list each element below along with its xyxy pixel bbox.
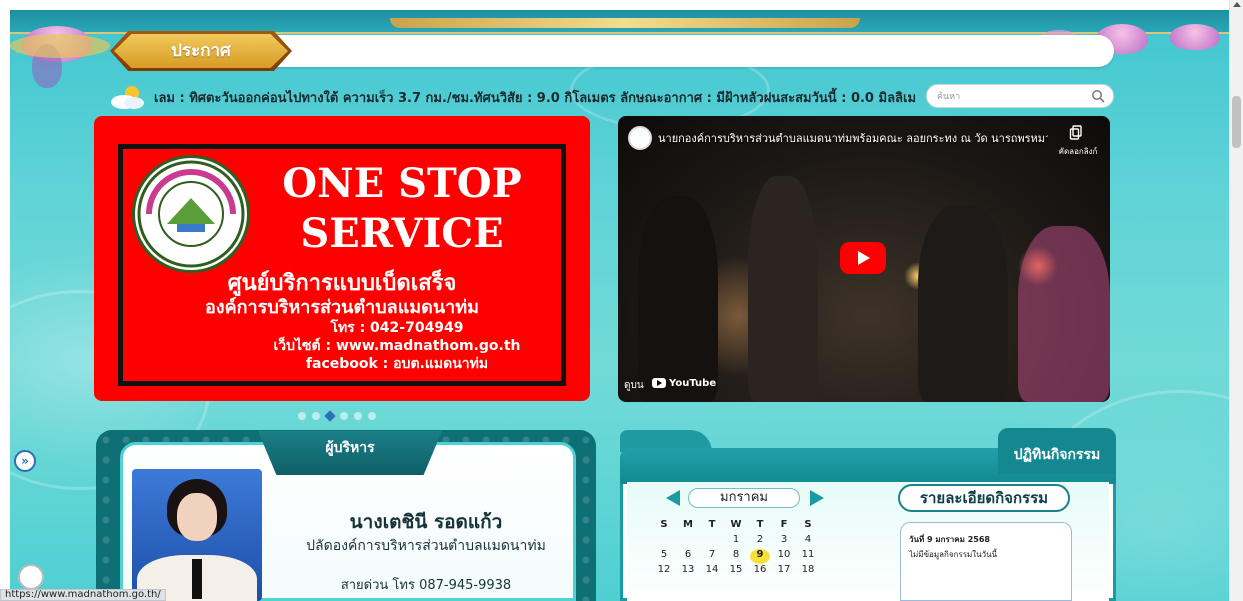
weather-cloud-icon	[111, 86, 144, 109]
calendar-day[interactable]: 12	[652, 564, 676, 579]
calendar-day-today[interactable]: 9	[750, 549, 770, 564]
calendar-section-title: ปฏิทินกิจกรรม	[1013, 447, 1101, 463]
organization-logo	[132, 155, 250, 273]
banner-title-line2: SERVICE	[300, 210, 504, 257]
prev-month-icon[interactable]	[666, 490, 680, 506]
weekday-label: M	[683, 519, 693, 530]
calendar-day[interactable]: 15	[724, 564, 748, 579]
calendar-week: 5 6 7 8 9 10 11	[652, 549, 832, 564]
carousel-dot[interactable]	[354, 412, 362, 420]
announcement-marquee[interactable]	[160, 35, 1114, 67]
youtube-video-embed[interactable]: นายกองค์การบริหารส่วนตำบลแมดนาท่มพร้อมคณ…	[618, 116, 1110, 402]
leaf-decoration	[10, 34, 110, 58]
weekday-label: W	[730, 519, 742, 530]
calendar-day[interactable]: 11	[796, 549, 820, 564]
calendar-day[interactable]: 5	[652, 549, 676, 564]
weekday-header: S M T W T F S	[652, 519, 832, 534]
channel-avatar[interactable]	[628, 126, 652, 150]
next-month-icon[interactable]	[810, 490, 824, 506]
activity-note: ไม่มีข้อมูลกิจกรรมในวันนี้	[909, 550, 998, 559]
month-navigator: มกราคม	[666, 488, 824, 510]
youtube-logo[interactable]: YouTube	[652, 376, 716, 390]
carousel-dot[interactable]	[312, 412, 320, 420]
header-band	[10, 10, 1229, 34]
page-scrollbar[interactable]	[1229, 0, 1243, 601]
scrollbar-thumb[interactable]	[1232, 96, 1241, 148]
executive-position: ปลัดองค์การบริหารส่วนตำบลแมดนาท่ม	[306, 538, 546, 554]
calendar-day[interactable]	[676, 534, 700, 549]
calendar-day[interactable]: 4	[796, 534, 820, 549]
calendar-week: 12 13 14 15 16 17 18	[652, 564, 832, 579]
browser-top-strip	[0, 0, 1243, 10]
banner-facebook: facebook : อบต.แมดนาท่ม	[305, 356, 489, 372]
calendar-day[interactable]	[652, 534, 676, 549]
calendar-day[interactable]: 2	[748, 534, 772, 549]
calendar-day[interactable]: 8	[724, 549, 748, 564]
activity-date: วันที่ 9 มกราคม 2568	[909, 535, 990, 544]
executive-photo	[132, 469, 262, 601]
weekday-label: F	[780, 519, 788, 530]
announcement-label: ประกาศ	[171, 41, 231, 61]
expand-sidebar-button[interactable]: »	[14, 450, 36, 472]
weekday-label: S	[660, 519, 668, 530]
calendar-day[interactable]: 10	[772, 549, 796, 564]
calendar-day[interactable]: 6	[676, 549, 700, 564]
calendar-day[interactable]: 18	[796, 564, 820, 579]
seal-icon	[137, 160, 245, 268]
floating-emblem-button[interactable]	[18, 564, 44, 590]
copy-link-icon[interactable]	[1069, 125, 1083, 141]
carousel-dot-active[interactable]	[324, 410, 336, 422]
search-input[interactable]	[937, 88, 1087, 105]
video-title[interactable]: นายกองค์การบริหารส่วนตำบลแมดนาท่มพร้อมคณ…	[658, 129, 1048, 147]
video-scene	[918, 206, 1008, 402]
hero-banner[interactable]: ONE STOP SERVICE ศูนย์บริการแบบเบ็ดเสร็จ…	[94, 116, 590, 401]
youtube-icon	[652, 378, 666, 388]
watch-on-label: ดูบน	[624, 380, 644, 391]
copy-link-label[interactable]: คัดลอกลิงก์	[1050, 145, 1106, 158]
carousel-dot[interactable]	[368, 412, 376, 420]
carousel-dot[interactable]	[298, 412, 306, 420]
calendar-day[interactable]: 7	[700, 549, 724, 564]
weekday-label: S	[804, 519, 812, 530]
search-icon[interactable]	[1091, 89, 1105, 103]
youtube-wordmark: YouTube	[669, 377, 717, 389]
status-bar-url: https://www.madnathom.go.th/	[0, 589, 166, 601]
activity-detail-title: รายละเอียดกิจกรรม	[898, 484, 1070, 512]
scroll-up-icon[interactable]	[1233, 2, 1241, 7]
banner-title-line1: ONE STOP	[282, 160, 522, 207]
carousel-dot[interactable]	[340, 412, 348, 420]
lotus-decoration	[1170, 24, 1220, 50]
weekday-label: T	[756, 519, 764, 530]
search-box	[926, 84, 1114, 108]
calendar-day[interactable]: 13	[676, 564, 700, 579]
calendar-day[interactable]: 3	[772, 534, 796, 549]
calendar-grid: S M T W T F S 1 2 3 4 5 6 7 8 9 10 11 12…	[652, 519, 832, 579]
calendar-day[interactable]: 1	[724, 534, 748, 549]
calendar-day[interactable]: 17	[772, 564, 796, 579]
video-scene	[638, 196, 718, 402]
calendar-day[interactable]: 16	[748, 564, 772, 579]
video-scene	[748, 176, 818, 402]
executive-name: นางเตชินี รอดแก้ว	[349, 511, 503, 533]
calendar-week: 1 2 3 4	[652, 534, 832, 549]
activity-detail-box: วันที่ 9 มกราคม 2568 ไม่มีข้อมูลกิจกรรมใ…	[900, 522, 1072, 601]
weekday-label: T	[708, 519, 716, 530]
executive-section-title: ผู้บริหาร	[325, 440, 375, 456]
weather-ticker: เลม : ทิศตะวันออกค่อนไปทางใต้ ความเร็ว 3…	[154, 91, 917, 106]
calendar-day[interactable]: 14	[700, 564, 724, 579]
carousel-dots	[298, 410, 376, 422]
calendar-day[interactable]	[700, 534, 724, 549]
month-label: มกราคม	[688, 488, 800, 508]
executive-hotline: สายด่วน โทร 087-945-9938	[340, 578, 512, 593]
video-scene	[1018, 226, 1110, 402]
play-button[interactable]	[840, 242, 886, 274]
